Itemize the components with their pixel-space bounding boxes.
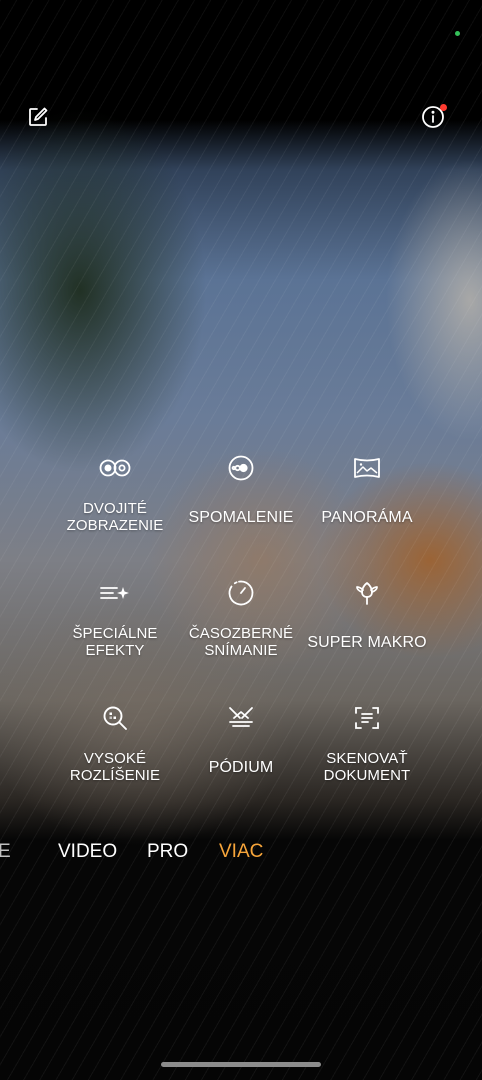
home-indicator[interactable] (161, 1062, 321, 1067)
scan-document-icon (349, 700, 385, 736)
mode-dual-view[interactable]: DVOJITÉ ZOBRAZENIE (52, 448, 178, 573)
mode-timelapse[interactable]: ČASOZBERNÉ SNÍMANIE (178, 573, 304, 698)
mode-label: VYSOKÉ ROZLÍŠENIE (69, 750, 161, 784)
panorama-icon (349, 450, 385, 486)
edit-modes-button[interactable] (18, 97, 58, 137)
mode-label: ČASOZBERNÉ SNÍMANIE (188, 625, 294, 659)
mode-label: SUPER MAKRO (307, 633, 427, 651)
mode-high-resolution[interactable]: VYSOKÉ ROZLÍŠENIE (52, 698, 178, 823)
edit-icon (27, 106, 49, 128)
mode-label: ŠPECIÁLNE EFEKTY (72, 625, 158, 659)
mode-label: PANORÁMA (321, 508, 413, 526)
mode-grid: DVOJITÉ ZOBRAZENIE SPOMALENIE PANORÁMA Š… (52, 448, 430, 823)
mode-special-effects[interactable]: ŠPECIÁLNE EFEKTY (52, 573, 178, 698)
mode-label: SKENOVAŤ DOKUMENT (323, 750, 411, 784)
super-macro-icon (349, 575, 385, 611)
mode-label: DVOJITÉ ZOBRAZENIE (66, 500, 164, 534)
mode-super-macro[interactable]: SUPER MAKRO (304, 573, 430, 698)
slow-motion-icon (223, 450, 259, 486)
mode-stage[interactable]: PÓDIUM (178, 698, 304, 823)
camera-mode-bar: E VIDEO PRO VIAC (0, 832, 482, 872)
mode-tab-partial[interactable]: E (0, 832, 22, 872)
mode-tab-video[interactable]: VIDEO (58, 832, 117, 872)
high-resolution-icon (97, 700, 133, 736)
privacy-indicator-dot (455, 31, 460, 36)
mode-label: PÓDIUM (208, 758, 274, 776)
special-effects-icon (97, 575, 133, 611)
mode-scan-document[interactable]: SKENOVAŤ DOKUMENT (304, 698, 430, 823)
mode-label: SPOMALENIE (188, 508, 294, 526)
info-button[interactable] (413, 97, 453, 137)
stage-icon (223, 700, 259, 736)
mode-tab-more[interactable]: VIAC (219, 832, 263, 872)
mode-slow-motion[interactable]: SPOMALENIE (178, 448, 304, 573)
notification-badge (440, 104, 447, 111)
mode-panorama[interactable]: PANORÁMA (304, 448, 430, 573)
dual-view-icon (97, 450, 133, 486)
mode-tab-pro[interactable]: PRO (147, 832, 188, 872)
timelapse-icon (223, 575, 259, 611)
